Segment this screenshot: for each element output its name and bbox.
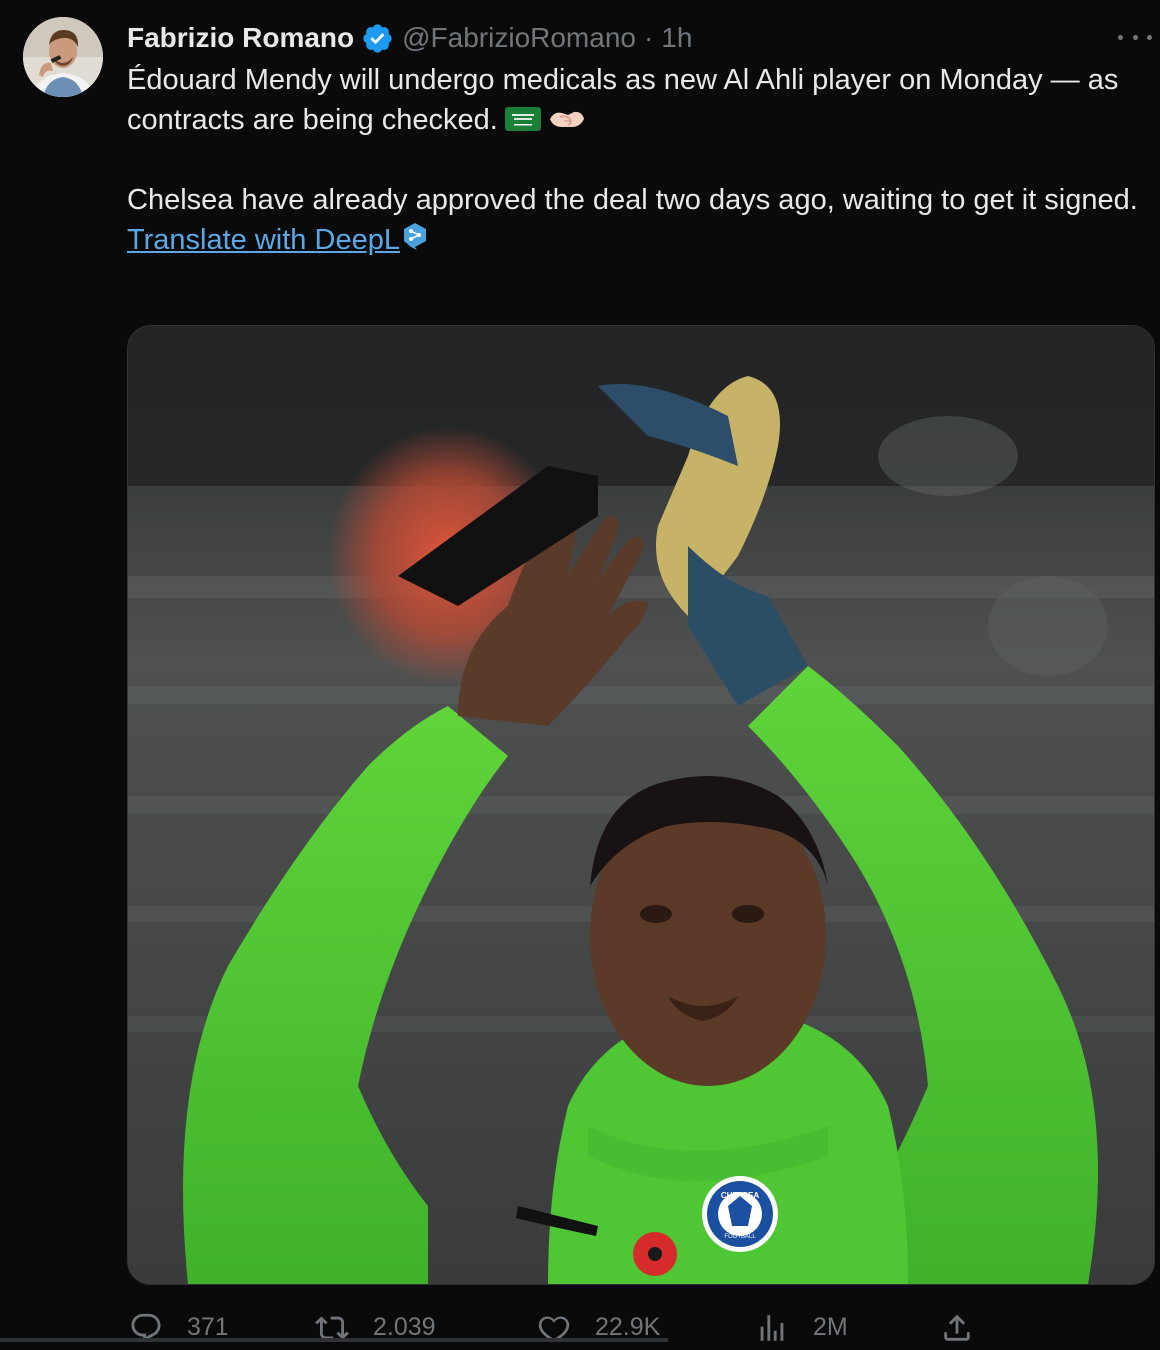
translate-row: Translate with DeepL — [127, 220, 1147, 260]
saudi-flag-icon — [504, 107, 541, 131]
timestamp[interactable]: 1h — [661, 22, 692, 54]
reply-button[interactable]: 371 — [129, 1305, 229, 1350]
tweet-paragraph-2: Chelsea have already approved the deal t… — [127, 184, 1138, 216]
tweet-text: Édouard Mendy will undergo medicals as n… — [127, 60, 1147, 260]
handshake-icon — [549, 111, 584, 127]
more-options-icon[interactable] — [1118, 25, 1152, 49]
action-bar: 371 2.039 22.9K 2M — [0, 1305, 1160, 1350]
like-button[interactable]: 22.9K — [537, 1305, 660, 1350]
verified-badge-icon — [363, 23, 392, 53]
deepl-icon — [403, 223, 426, 250]
tweet-paragraph-1: Édouard Mendy will undergo medicals as n… — [127, 60, 1147, 140]
tweet-photo: CHELSEA FOOTBALL — [128, 326, 1154, 1284]
tweet-paragraph-1-text: Édouard Mendy will undergo medicals as n… — [127, 64, 1119, 136]
retweet-button[interactable]: 2.039 — [315, 1305, 436, 1350]
separator-dot: · — [643, 22, 654, 53]
share-button[interactable] — [940, 1305, 998, 1350]
display-name[interactable]: Fabrizio Romano — [127, 22, 354, 54]
share-upload-icon — [944, 1314, 970, 1341]
views-count: 2M — [813, 1313, 848, 1341]
jersey-badge-subtext: FOOTBALL — [724, 1234, 756, 1240]
views-button[interactable]: 2M — [755, 1305, 848, 1350]
avatar-image — [23, 17, 103, 97]
translate-link[interactable]: Translate with DeepL — [127, 220, 400, 260]
views-chart-icon — [760, 1314, 784, 1341]
tweet-image[interactable]: CHELSEA FOOTBALL — [127, 325, 1155, 1285]
tweet: Fabrizio Romano @FabrizioRomano · 1h Édo… — [0, 0, 1160, 1350]
avatar[interactable] — [23, 17, 103, 97]
handle[interactable]: @FabrizioRomano — [402, 22, 636, 54]
tweet-header: Fabrizio Romano @FabrizioRomano · 1h — [127, 18, 692, 58]
scroll-indicator — [0, 1338, 668, 1342]
